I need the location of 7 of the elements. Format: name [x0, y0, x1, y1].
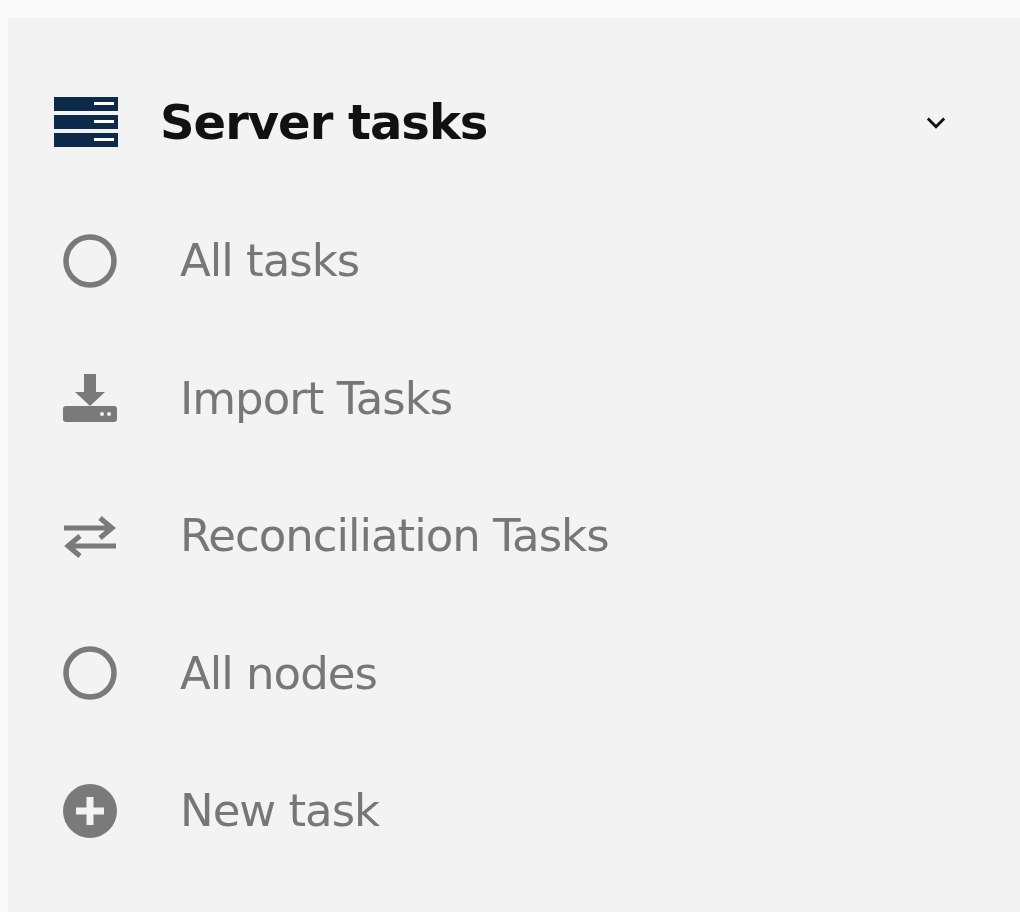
menu-item[interactable]: Import Tasks — [8, 329, 1020, 467]
menu-item[interactable]: All nodes — [8, 604, 1020, 742]
section-header[interactable]: Server tasks — [8, 90, 1020, 154]
server-icon — [54, 97, 118, 147]
menu-item[interactable]: Reconciliation Tasks — [8, 467, 1020, 605]
menu-item[interactable]: All tasks — [8, 192, 1020, 330]
menu-item[interactable]: New task — [8, 742, 1020, 880]
